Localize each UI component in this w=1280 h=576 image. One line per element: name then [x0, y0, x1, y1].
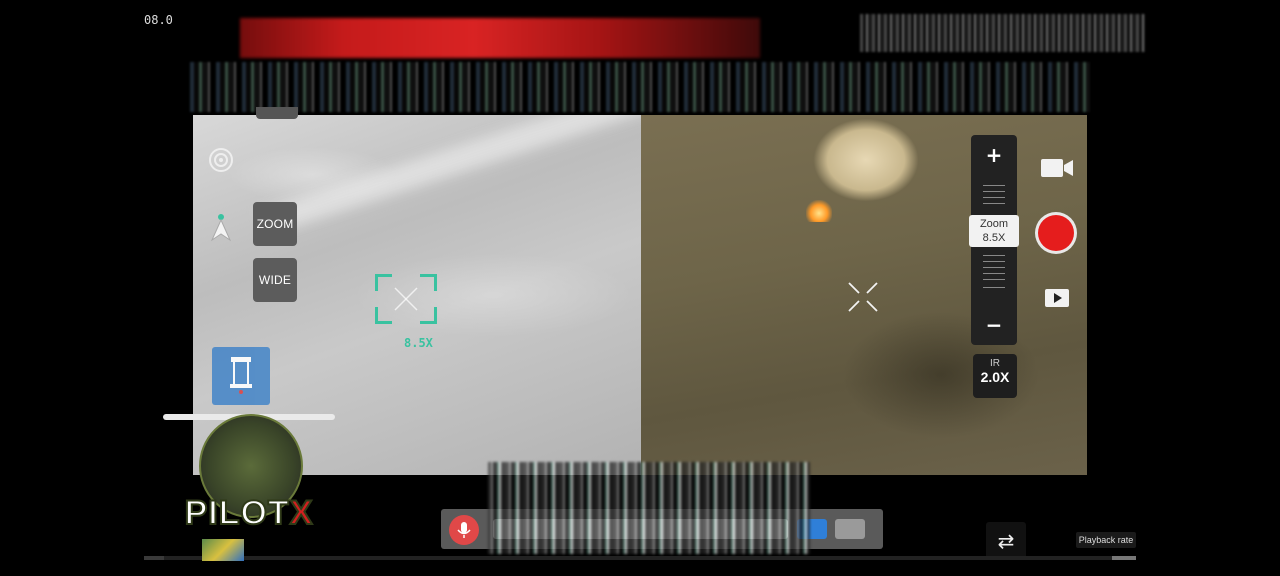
right-camera-feed[interactable] [641, 115, 1087, 475]
microphone-button[interactable] [449, 515, 479, 545]
video-camera-icon[interactable] [1040, 156, 1074, 180]
reticle-corner [375, 307, 392, 324]
zoom-tick [983, 255, 1005, 256]
bottom-secondary-button[interactable] [835, 519, 865, 539]
ir-label: IR [990, 358, 1000, 369]
obscured-status-bar-right [860, 14, 1145, 52]
status-code-text: 08.0 [144, 13, 173, 27]
tower-button[interactable] [212, 347, 270, 405]
target-reticle[interactable] [375, 274, 437, 324]
zoom-in-button[interactable]: + [971, 143, 1017, 167]
navigation-arrow-icon [210, 214, 232, 242]
reticle-corner [375, 274, 392, 291]
progress-fill [144, 556, 164, 560]
map-thumbnail[interactable] [202, 539, 244, 561]
pilotx-logo: PILOTX [163, 408, 335, 546]
tower-icon [230, 357, 252, 394]
reticle-corner [420, 274, 437, 291]
playback-rate-button[interactable]: Playback rate [1076, 532, 1136, 548]
logo-text-prefix: PILOT [184, 493, 290, 533]
zoom-tick [983, 197, 1005, 198]
center-crosshair-icon [848, 282, 878, 312]
fire-hotspot [806, 200, 832, 222]
reticle-corner [420, 307, 437, 324]
zoom-readout-value: 8.5X [982, 232, 1006, 244]
zoom-tick [983, 191, 1005, 192]
crosshair-icon [394, 287, 418, 311]
record-icon [1038, 215, 1074, 251]
obscured-overlay [488, 462, 810, 554]
zoom-tick [983, 267, 1005, 268]
swap-view-button[interactable]: ⇄ [986, 522, 1026, 560]
ir-zoom-button[interactable]: IR 2.0X [973, 354, 1017, 398]
logo-text-suffix: X [289, 493, 314, 533]
zoom-tick [983, 273, 1005, 274]
ir-value: 2.0X [980, 369, 1010, 385]
zoom-tick [983, 203, 1005, 204]
zoom-mode-button[interactable]: ZOOM [253, 202, 297, 246]
zoom-tick [983, 185, 1005, 186]
obscured-status-bar [240, 18, 760, 58]
logo-text: PILOTX [167, 493, 331, 533]
progress-buffer [1112, 556, 1136, 560]
zoom-tick [983, 279, 1005, 280]
road-feature [259, 115, 641, 236]
reticle-zoom-label: 8.5X [404, 336, 433, 350]
zoom-tick [983, 261, 1005, 262]
video-progress-bar[interactable] [144, 556, 1136, 560]
swap-icon: ⇄ [997, 529, 1015, 553]
satellite-signal-icon[interactable] [207, 146, 235, 174]
left-top-tab[interactable] [256, 107, 298, 119]
zoom-readout-title: Zoom [979, 218, 1009, 230]
microphone-icon [457, 522, 471, 538]
obscured-toolbar [190, 62, 1090, 112]
playback-icon[interactable] [1044, 288, 1070, 308]
zoom-out-button[interactable]: − [971, 313, 1017, 337]
zoom-tick [983, 287, 1005, 288]
wide-mode-button[interactable]: WIDE [253, 258, 297, 302]
zoom-readout: Zoom 8.5X [969, 215, 1019, 247]
record-button[interactable] [1035, 212, 1077, 254]
